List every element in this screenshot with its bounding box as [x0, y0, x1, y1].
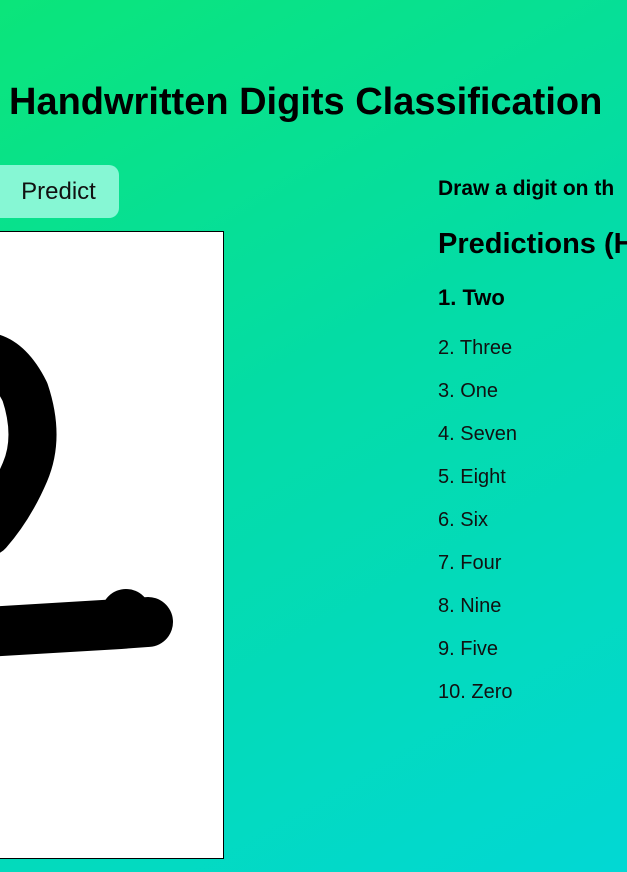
prediction-item: 9. Five	[438, 638, 499, 660]
predictions-heading: Predictions (H	[438, 228, 627, 260]
prediction-item: 5. Eight	[438, 466, 506, 488]
drawing-canvas[interactable]	[0, 231, 224, 859]
prediction-item: 2. Three	[438, 337, 513, 359]
page-title: Handwritten Digits Classification	[9, 81, 603, 123]
instruction-text: Draw a digit on th	[438, 177, 615, 200]
prediction-item: 4. Seven	[438, 423, 517, 445]
predictions-list: 1. Two 2. Three 3. One 4. Seven 5. Eight…	[438, 285, 517, 722]
prediction-item: 1. Two	[438, 285, 505, 310]
prediction-item: 6. Six	[438, 509, 489, 531]
predict-button[interactable]: Predict	[0, 165, 119, 218]
prediction-item: 7. Four	[438, 552, 502, 574]
prediction-item: 3. One	[438, 380, 499, 402]
prediction-item: 10. Zero	[438, 681, 513, 703]
prediction-item: 8. Nine	[438, 595, 502, 617]
drawn-digit-stroke	[0, 335, 173, 657]
